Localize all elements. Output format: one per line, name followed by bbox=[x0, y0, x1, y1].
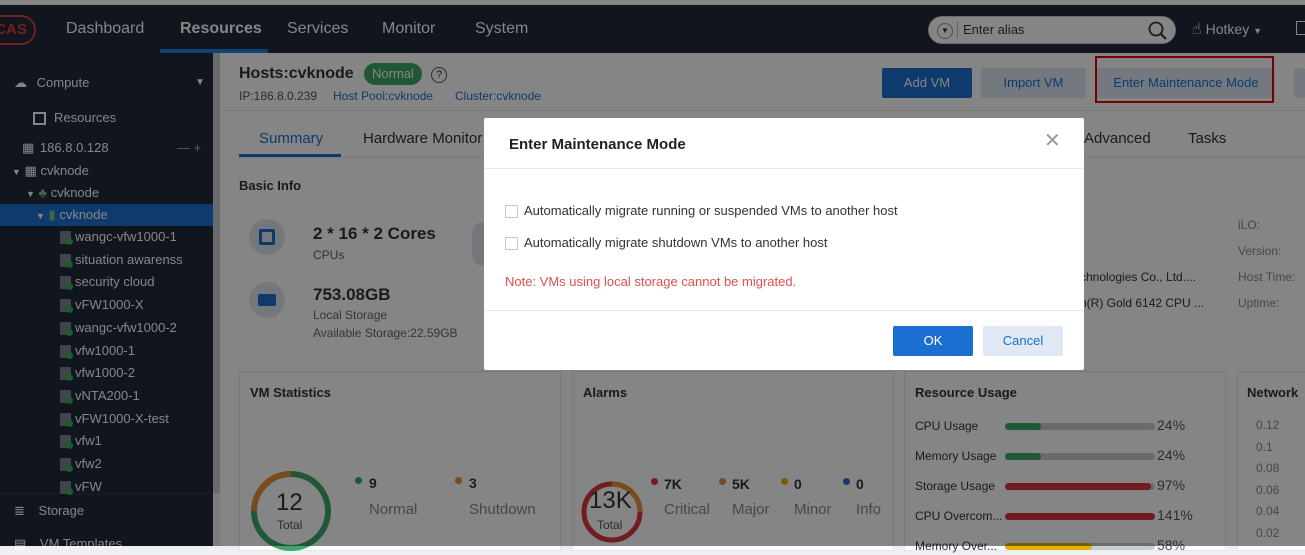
migrate-running-option[interactable]: Automatically migrate running or suspend… bbox=[505, 203, 898, 219]
migration-note: Note: VMs using local storage cannot be … bbox=[505, 274, 797, 289]
dialog-footer-divider bbox=[484, 310, 1084, 311]
cancel-button[interactable]: Cancel bbox=[983, 326, 1063, 356]
dialog-title: Enter Maintenance Mode bbox=[509, 136, 686, 153]
dialog-header-divider bbox=[484, 168, 1084, 169]
migrate-running-checkbox[interactable] bbox=[505, 205, 518, 219]
ok-button[interactable]: OK bbox=[893, 326, 973, 356]
maintenance-mode-dialog: Enter Maintenance Mode ✕ Automatically m… bbox=[484, 118, 1084, 370]
migrate-shutdown-option[interactable]: Automatically migrate shutdown VMs to an… bbox=[505, 235, 827, 251]
close-icon[interactable]: ✕ bbox=[1044, 130, 1061, 152]
migrate-shutdown-checkbox[interactable] bbox=[505, 237, 518, 251]
